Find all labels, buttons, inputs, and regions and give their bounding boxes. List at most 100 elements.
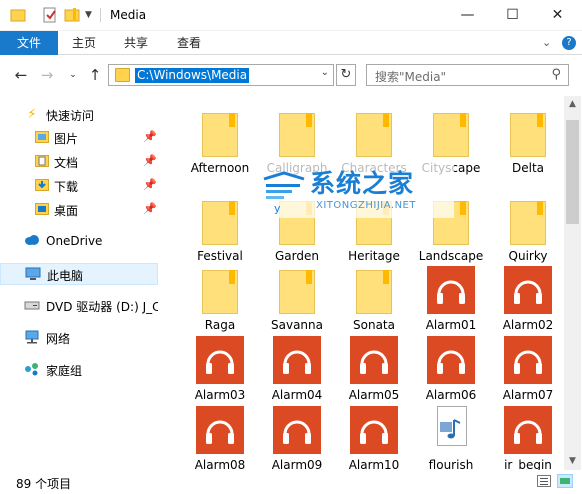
minimize-button[interactable]: — [445, 0, 490, 30]
tab-file[interactable]: 文件 [0, 31, 58, 55]
file-tile[interactable]: Quirky [490, 197, 564, 263]
new-folder-icon[interactable] [64, 7, 80, 23]
headphones-icon [196, 336, 244, 384]
nav-onedrive[interactable]: OneDrive [0, 231, 158, 253]
dvd-drive-icon [24, 298, 40, 314]
file-name: Alarm09 [271, 458, 323, 470]
nav-pictures-label: 图片 [54, 132, 79, 146]
file-tile[interactable]: Alarm06 [413, 336, 489, 402]
folder-icon [504, 197, 552, 245]
properties-icon[interactable] [42, 7, 58, 23]
file-name: ir_begin [504, 458, 552, 470]
forward-arrow-icon[interactable]: → [38, 66, 56, 84]
close-button[interactable]: ✕ [535, 0, 580, 30]
scroll-up-icon[interactable]: ▲ [564, 96, 581, 113]
pin-icon[interactable]: 📌 [143, 154, 157, 167]
folder-icon [273, 266, 321, 314]
file-tile[interactable]: Alarm02 [490, 266, 564, 332]
cloud-icon [24, 234, 40, 250]
file-tile[interactable]: Afternoon [182, 109, 258, 175]
file-tile[interactable]: Sonata [336, 266, 412, 332]
nav-desktop[interactable]: 桌面 📌 [0, 199, 158, 221]
headphones-icon [504, 266, 552, 314]
file-tile[interactable]: Alarm03 [182, 336, 258, 402]
up-arrow-icon[interactable]: ↑ [86, 66, 104, 84]
pin-icon[interactable]: 📌 [143, 130, 157, 143]
file-tile[interactable]: Alarm01 [413, 266, 489, 332]
nav-homegroup[interactable]: 家庭组 [0, 359, 158, 381]
tab-home[interactable]: 主页 [72, 31, 96, 55]
nav-this-pc[interactable]: 此电脑 [0, 263, 158, 285]
folder-icon [273, 109, 321, 157]
folder-icon [115, 68, 130, 82]
file-tile[interactable]: Alarm07 [490, 336, 564, 402]
scroll-thumb[interactable] [566, 120, 579, 224]
vertical-scrollbar[interactable]: ▲ ▼ [564, 96, 581, 470]
watermark: y 系统之家 XITONGZHIJIA.NET [258, 162, 454, 218]
nav-network-label: 网络 [46, 332, 71, 346]
file-tile[interactable]: Raga [182, 266, 258, 332]
nav-dvd-drive[interactable]: DVD 驱动器 (D:) J_C [0, 295, 158, 317]
nav-network[interactable]: 网络 [0, 327, 158, 349]
search-icon[interactable]: ⚲ [551, 67, 561, 82]
back-arrow-icon[interactable]: ← [12, 66, 30, 84]
address-dropdown-icon[interactable]: ⌄ [321, 67, 329, 78]
homegroup-icon [24, 362, 40, 378]
file-tile[interactable]: ir_begin [490, 406, 564, 470]
file-name: Alarm05 [348, 388, 400, 402]
recent-locations-icon[interactable]: ⌄ [64, 66, 82, 84]
help-icon[interactable]: ? [562, 36, 576, 50]
file-tile[interactable]: Alarm05 [336, 336, 412, 402]
file-name: Alarm01 [425, 318, 477, 332]
file-tile[interactable]: Alarm09 [259, 406, 335, 470]
tab-view[interactable]: 查看 [177, 31, 201, 55]
nav-quick-access-label: 快速访问 [46, 109, 95, 123]
file-name: Afternoon [190, 161, 250, 175]
file-tile[interactable]: Alarm08 [182, 406, 258, 470]
title-divider [100, 8, 101, 22]
folder-icon [350, 266, 398, 314]
details-view-icon[interactable] [537, 475, 551, 487]
nav-quick-access[interactable]: ⚡ 快速访问 [0, 104, 158, 126]
file-tile[interactable]: Delta [490, 109, 564, 175]
refresh-button[interactable]: ↻ [336, 64, 356, 86]
file-name: Garden [275, 249, 319, 263]
network-icon [24, 330, 40, 346]
file-name: Alarm07 [502, 388, 554, 402]
watermark-title: 系统之家 [310, 169, 415, 198]
folder-icon [196, 197, 244, 245]
pin-icon[interactable]: 📌 [143, 202, 157, 215]
scroll-down-icon[interactable]: ▼ [564, 453, 581, 470]
file-tile[interactable]: flourish [413, 406, 489, 470]
headphones-icon [350, 406, 398, 454]
star-icon: ⚡ [27, 107, 37, 122]
file-tile[interactable]: Alarm04 [259, 336, 335, 402]
search-input[interactable]: 搜索"Media" ⚲ [366, 64, 569, 86]
tab-share[interactable]: 共享 [124, 31, 148, 55]
customize-toolbar-icon[interactable]: ▼ [85, 7, 101, 23]
nav-documents[interactable]: 文档 📌 [0, 151, 158, 173]
nav-onedrive-label: OneDrive [46, 234, 103, 248]
file-name: Alarm03 [194, 388, 246, 402]
pin-icon[interactable]: 📌 [143, 178, 157, 191]
file-name: Delta [511, 161, 544, 175]
file-name: Quirky [508, 249, 548, 263]
address-row: ← → ⌄ ↑ C:\Windows\Media ⌄ ↻ 搜索"Media" ⚲ [0, 58, 582, 94]
address-bar[interactable]: C:\Windows\Media ⌄ [108, 64, 334, 86]
headphones-icon [504, 336, 552, 384]
watermark-subtitle: XITONGZHIJIA.NET [316, 200, 416, 211]
file-tile[interactable]: Savanna [259, 266, 335, 332]
large-icons-view-icon[interactable] [557, 474, 573, 488]
chevron-down-icon[interactable]: ⌄ [542, 36, 551, 49]
nav-pictures[interactable]: 图片 📌 [0, 127, 158, 149]
file-tile[interactable]: Festival [182, 197, 258, 263]
file-tile[interactable]: Alarm10 [336, 406, 412, 470]
file-name: Festival [197, 249, 243, 263]
folder-icon[interactable] [10, 7, 26, 23]
nav-dvd-drive-label: DVD 驱动器 (D:) J_C [46, 300, 158, 314]
nav-downloads[interactable]: 下载 📌 [0, 175, 158, 197]
address-path[interactable]: C:\Windows\Media [135, 68, 250, 83]
window-title: Media [110, 8, 147, 22]
maximize-button[interactable]: ☐ [490, 0, 535, 30]
watermark-logo: y [263, 171, 305, 215]
